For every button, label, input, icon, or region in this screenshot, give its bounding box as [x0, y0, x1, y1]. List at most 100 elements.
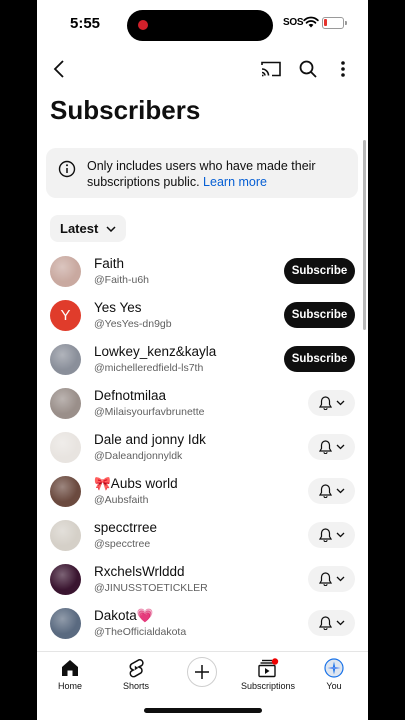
subscriber-row[interactable]: Dakota💗 @TheOfficialdakota — [37, 601, 368, 645]
info-text: Only includes users who have made their … — [87, 158, 349, 190]
wifi-icon — [303, 16, 319, 28]
subscriber-handle: @Daleandjonnyldk — [94, 450, 183, 462]
home-icon — [62, 660, 78, 676]
back-icon — [53, 60, 64, 78]
shorts-icon — [129, 659, 144, 678]
app-bar — [37, 54, 368, 84]
subscriber-name[interactable]: Defnotmilaa — [94, 388, 166, 403]
subscribe-button[interactable]: Subscribe — [284, 302, 355, 328]
subscriber-handle: @Aubsfaith — [94, 494, 149, 506]
notification-bell-button[interactable] — [308, 522, 355, 548]
battery-level — [324, 19, 327, 26]
page-title: Subscribers — [50, 95, 201, 125]
subscriber-handle: @Faith-u6h — [94, 274, 150, 286]
subscriber-name[interactable]: 🎀Aubs world — [94, 476, 178, 492]
nav-shorts[interactable]: Shorts — [123, 658, 149, 691]
subscriber-row[interactable]: RxchelsWrlddd @JINUSSTOETICKLER — [37, 557, 368, 601]
avatar[interactable] — [50, 476, 81, 507]
subscriber-name[interactable]: specctrree — [94, 520, 157, 535]
subscriber-name[interactable]: RxchelsWrlddd — [94, 564, 185, 579]
phone-screen: 5:55 SOS Subscribers Only includes users… — [37, 0, 368, 720]
nav-subscriptions[interactable]: Subscriptions — [240, 658, 296, 691]
subscribe-button[interactable]: Subscribe — [284, 258, 355, 284]
plus-icon — [195, 665, 209, 679]
chevron-down-icon — [336, 400, 344, 406]
avatar[interactable] — [50, 432, 81, 463]
sos-indicator: SOS — [283, 17, 304, 28]
nav-home[interactable]: Home — [57, 658, 83, 691]
info-banner: Only includes users who have made their … — [46, 148, 358, 198]
avatar[interactable] — [50, 388, 81, 419]
create-button[interactable] — [187, 657, 217, 687]
sort-label: Latest — [60, 221, 99, 236]
subscriber-row[interactable]: Dale and jonny Idk @Daleandjonnyldk — [37, 425, 368, 469]
bell-icon — [318, 396, 332, 410]
nav-you-label: You — [326, 681, 342, 691]
avatar[interactable] — [50, 256, 81, 287]
subscriber-handle: @michelleredfield-ls7th — [94, 362, 204, 374]
notification-bell-button[interactable] — [308, 478, 355, 504]
subscriber-row[interactable]: Defnotmilaa @Milaisyourfavbrunette — [37, 381, 368, 425]
subscriber-handle: @TheOfficialdakota — [94, 626, 187, 638]
status-bar: 5:55 SOS — [37, 0, 368, 50]
chevron-down-icon — [336, 488, 344, 494]
subscriber-row[interactable]: Y Yes Yes @YesYes-dn9gb Subscribe — [37, 293, 368, 337]
bell-icon — [318, 440, 332, 454]
cast-button[interactable] — [259, 57, 283, 81]
avatar[interactable] — [50, 520, 81, 551]
back-button[interactable] — [47, 56, 71, 82]
subscriber-row[interactable]: specctrree @specctree — [37, 513, 368, 557]
info-icon — [58, 160, 76, 178]
subscriber-name[interactable]: Lowkey_kenz&kayla — [94, 344, 216, 359]
bell-icon — [318, 616, 332, 630]
search-button[interactable] — [296, 57, 320, 81]
nav-shorts-label: Shorts — [123, 681, 150, 691]
nav-home-label: Home — [57, 681, 82, 691]
subscriber-handle: @Milaisyourfavbrunette — [94, 406, 205, 418]
subscriber-row[interactable]: Lowkey_kenz&kayla @michelleredfield-ls7th… — [37, 337, 368, 381]
subscriber-row[interactable]: 🎀Aubs world @Aubsfaith — [37, 469, 368, 513]
bell-icon — [318, 484, 332, 498]
home-indicator — [144, 708, 262, 713]
notification-bell-button[interactable] — [308, 610, 355, 636]
dynamic-island — [127, 10, 273, 41]
chevron-down-icon — [336, 532, 344, 538]
subscriber-name[interactable]: Yes Yes — [94, 300, 142, 315]
learn-more-link[interactable]: Learn more — [203, 175, 267, 189]
subscribe-button[interactable]: Subscribe — [284, 346, 355, 372]
chevron-down-icon — [336, 620, 344, 626]
chevron-down-icon — [106, 225, 116, 232]
cast-icon — [261, 61, 281, 77]
avatar — [324, 658, 344, 678]
status-time: 5:55 — [70, 15, 101, 32]
bell-icon — [318, 528, 332, 542]
chevron-down-icon — [336, 576, 344, 582]
info-message: Only includes users who have made their … — [87, 159, 316, 189]
battery-icon — [322, 17, 347, 29]
sort-dropdown[interactable]: Latest — [50, 215, 127, 242]
notification-bell-button[interactable] — [308, 390, 355, 416]
chevron-down-icon — [336, 444, 344, 450]
subscriber-handle: @YesYes-dn9gb — [94, 318, 172, 330]
more-icon — [341, 61, 345, 77]
more-options-button[interactable] — [333, 57, 353, 81]
notification-bell-button[interactable] — [308, 566, 355, 592]
subscriber-name[interactable]: Dakota💗 — [94, 608, 154, 624]
avatar[interactable] — [50, 344, 81, 375]
avatar[interactable]: Y — [50, 300, 81, 331]
subscriber-handle: @specctree — [94, 538, 151, 550]
recording-indicator-icon — [138, 20, 148, 30]
subscriber-row[interactable]: Faith @Faith-u6h Subscribe — [37, 249, 368, 293]
subscriber-handle: @JINUSSTOETICKLER — [94, 582, 208, 594]
subscriber-list: Faith @Faith-u6h Subscribe Y Yes Yes @YesYes-… — [37, 249, 368, 645]
avatar[interactable] — [50, 564, 81, 595]
notification-bell-button[interactable] — [308, 434, 355, 460]
subscriptions-icon — [258, 658, 279, 678]
nav-you[interactable]: You — [322, 658, 346, 691]
bell-icon — [318, 572, 332, 586]
subscriber-name[interactable]: Faith — [94, 256, 124, 271]
subscriber-name[interactable]: Dale and jonny Idk — [94, 432, 206, 447]
nav-subscriptions-label: Subscriptions — [240, 681, 296, 691]
avatar[interactable] — [50, 608, 81, 639]
search-icon — [299, 60, 317, 78]
